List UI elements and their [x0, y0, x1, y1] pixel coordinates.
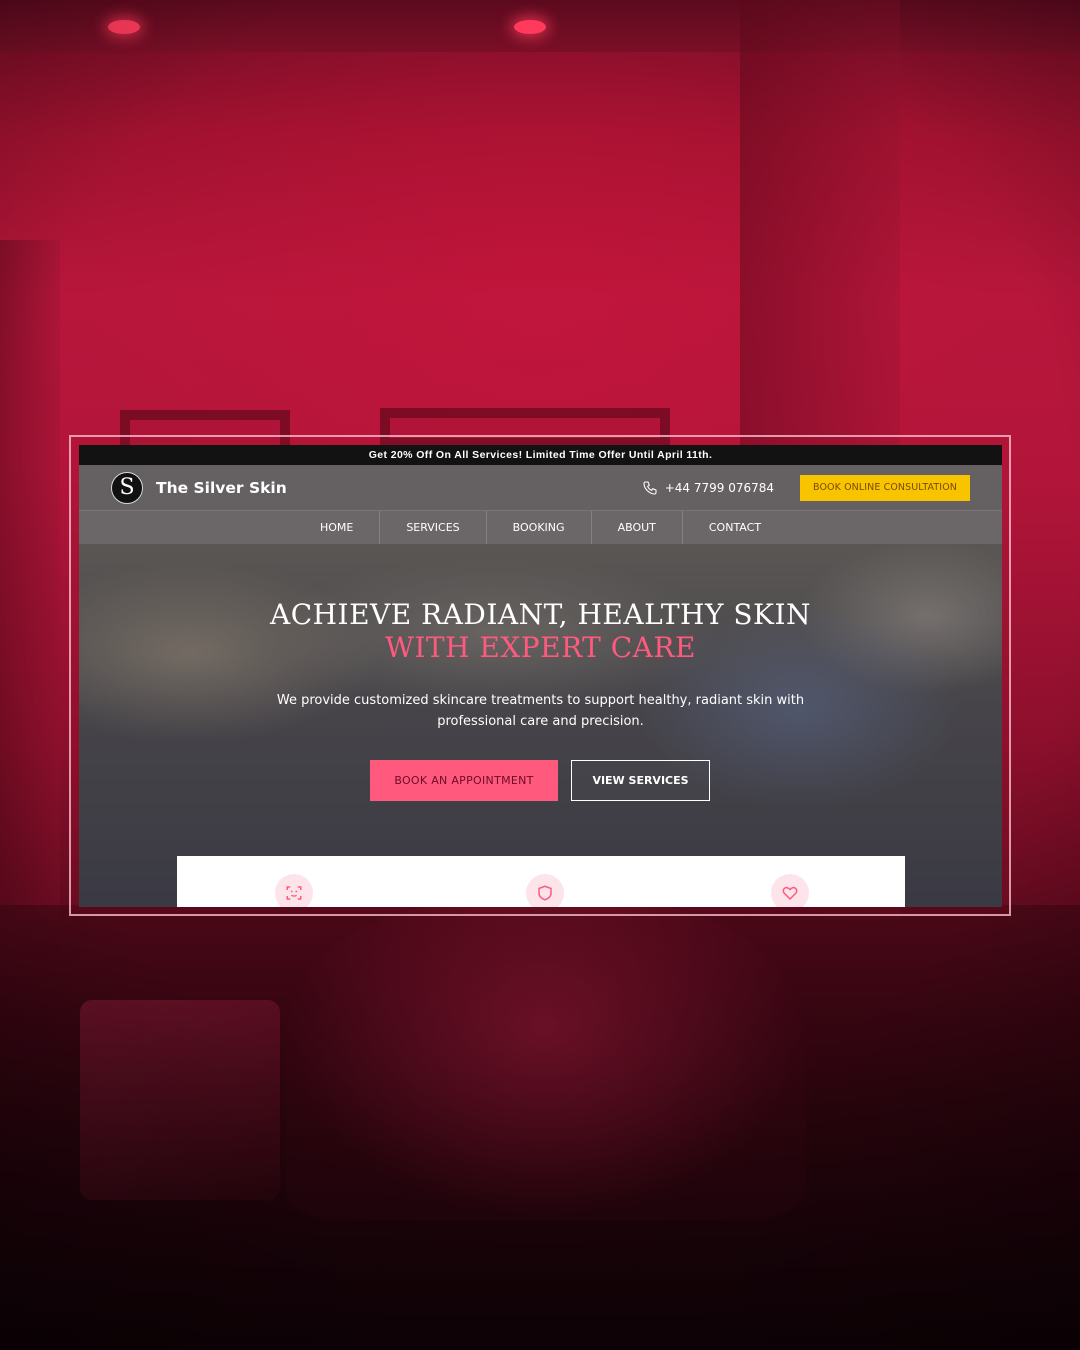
- website: Get 20% Off On All Services! Limited Tim…: [79, 445, 1002, 907]
- view-services-button[interactable]: VIEW SERVICES: [571, 760, 710, 801]
- nav-item-about[interactable]: ABOUT: [592, 511, 683, 544]
- hero-section: ACHIEVE RADIANT, HEALTHY SKIN WITH EXPER…: [79, 544, 1002, 907]
- logo-letter: S: [119, 475, 135, 500]
- hero-description: We provide customized skincare treatment…: [276, 693, 805, 729]
- features-strip: [177, 856, 905, 907]
- hero-title: ACHIEVE RADIANT, HEALTHY SKIN: [269, 598, 812, 631]
- nav-item-services[interactable]: SERVICES: [380, 511, 487, 544]
- shield-icon: [526, 874, 564, 907]
- nav-item-contact[interactable]: CONTACT: [683, 511, 787, 544]
- phone-icon: [643, 480, 657, 495]
- brand-name[interactable]: The Silver Skin: [156, 479, 287, 497]
- site-header: S The Silver Skin +44 7799 076784 BOOK O…: [79, 465, 1002, 510]
- nav-item-home[interactable]: HOME: [294, 511, 381, 544]
- book-appointment-button[interactable]: BOOK AN APPOINTMENT: [370, 760, 558, 801]
- promo-bar: Get 20% Off On All Services! Limited Tim…: [79, 445, 1002, 465]
- book-consultation-button[interactable]: BOOK ONLINE CONSULTATION: [800, 474, 970, 501]
- hero-title-accent: WITH EXPERT CARE: [385, 631, 696, 664]
- heart-icon: [771, 874, 809, 907]
- face-scan-icon: [275, 874, 313, 907]
- phone-number[interactable]: +44 7799 076784: [665, 481, 774, 495]
- nav-item-booking[interactable]: BOOKING: [487, 511, 592, 544]
- main-nav: HOME SERVICES BOOKING ABOUT CONTACT: [79, 510, 1002, 544]
- website-preview-card: Get 20% Off On All Services! Limited Tim…: [69, 435, 1011, 916]
- promo-text: Get 20% Off On All Services! Limited Tim…: [368, 449, 713, 461]
- header-contact: +44 7799 076784 BOOK ONLINE CONSULTATION: [642, 465, 970, 510]
- logo-icon[interactable]: S: [111, 471, 143, 504]
